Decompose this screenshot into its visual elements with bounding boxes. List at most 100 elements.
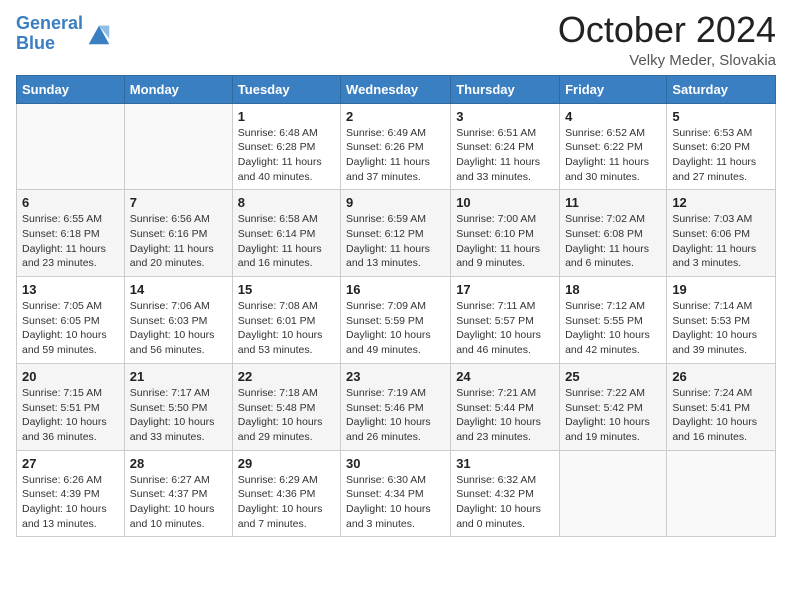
day-info: Sunrise: 6:48 AM Sunset: 6:28 PM Dayligh… — [238, 126, 335, 185]
calendar-cell: 9Sunrise: 6:59 AM Sunset: 6:12 PM Daylig… — [341, 190, 451, 277]
day-info: Sunrise: 7:24 AM Sunset: 5:41 PM Dayligh… — [672, 386, 770, 445]
calendar-cell: 28 Sunrise: 6:27 AM Sunset: 4:37 PM Dayli… — [124, 450, 232, 537]
title-block: October 2024 Velky Meder, Slovakia — [558, 10, 776, 69]
calendar-cell: 23 Sunrise: 7:19 AM Sunset: 5:46 PM Dayli… — [341, 363, 451, 450]
calendar-cell: 18Sunrise: 7:12 AM Sunset: 5:55 PM Dayli… — [560, 277, 667, 364]
calendar-cell: 24 Sunrise: 7:21 AM Sunset: 5:44 PM Dayli… — [451, 363, 560, 450]
calendar-cell: 27 Sunrise: 6:26 AM Sunset: 4:39 PM Dayli… — [17, 450, 125, 537]
calendar-cell: 15 Sunrise: 7:08 AM Sunset: 6:01 PM Dayli… — [232, 277, 340, 364]
day-number: 10 — [456, 195, 554, 210]
calendar-cell: 14Sunrise: 7:06 AM Sunset: 6:03 PM Dayli… — [124, 277, 232, 364]
day-info: Sunrise: 7:08 AM Sunset: 6:01 PM Dayligh… — [238, 299, 335, 358]
day-info: Sunrise: 7:18 AM Sunset: 5:48 PM Dayligh… — [238, 386, 335, 445]
day-number: 21 — [130, 369, 227, 384]
day-number: 17 — [456, 282, 554, 297]
day-number: 27 — [22, 456, 119, 471]
day-info: Sunrise: 6:59 AM Sunset: 6:12 PM Dayligh… — [346, 212, 445, 271]
calendar-cell: 19 Sunrise: 7:14 AM Sunset: 5:53 PM Dayli… — [667, 277, 776, 364]
calendar-cell: 2 Sunrise: 6:49 AM Sunset: 6:26 PM Daylig… — [341, 103, 451, 190]
day-info: Sunrise: 7:21 AM Sunset: 5:44 PM Dayligh… — [456, 386, 554, 445]
day-number: 6 — [22, 195, 119, 210]
logo-icon — [85, 20, 113, 48]
calendar-cell: 31 Sunrise: 6:32 AM Sunset: 4:32 PM Dayli… — [451, 450, 560, 537]
calendar-cell: 16 Sunrise: 7:09 AM Sunset: 5:59 PM Dayli… — [341, 277, 451, 364]
calendar-cell: 3Sunrise: 6:51 AM Sunset: 6:24 PM Daylig… — [451, 103, 560, 190]
day-number: 19 — [672, 282, 770, 297]
header-sunday: Sunday — [17, 75, 125, 103]
calendar-week-5: 27 Sunrise: 6:26 AM Sunset: 4:39 PM Dayli… — [17, 450, 776, 537]
day-info: Sunrise: 7:11 AM Sunset: 5:57 PM Dayligh… — [456, 299, 554, 358]
day-info: Sunrise: 7:15 AM Sunset: 5:51 PM Dayligh… — [22, 386, 119, 445]
header-thursday: Thursday — [451, 75, 560, 103]
day-info: Sunrise: 6:26 AM Sunset: 4:39 PM Dayligh… — [22, 473, 119, 532]
calendar-cell: 26 Sunrise: 7:24 AM Sunset: 5:41 PM Dayli… — [667, 363, 776, 450]
calendar-week-2: 6Sunrise: 6:55 AM Sunset: 6:18 PM Daylig… — [17, 190, 776, 277]
day-number: 31 — [456, 456, 554, 471]
day-info: Sunrise: 6:32 AM Sunset: 4:32 PM Dayligh… — [456, 473, 554, 532]
day-info: Sunrise: 6:53 AM Sunset: 6:20 PM Dayligh… — [672, 126, 770, 185]
day-info: Sunrise: 7:09 AM Sunset: 5:59 PM Dayligh… — [346, 299, 445, 358]
day-number: 24 — [456, 369, 554, 384]
location-title: Velky Meder, Slovakia — [558, 52, 776, 69]
day-number: 30 — [346, 456, 445, 471]
header: General Blue October 2024 Velky Meder, S… — [16, 10, 776, 69]
day-info: Sunrise: 7:19 AM Sunset: 5:46 PM Dayligh… — [346, 386, 445, 445]
day-number: 14 — [130, 282, 227, 297]
day-info: Sunrise: 7:22 AM Sunset: 5:42 PM Dayligh… — [565, 386, 661, 445]
day-number: 18 — [565, 282, 661, 297]
day-number: 15 — [238, 282, 335, 297]
calendar-week-4: 20 Sunrise: 7:15 AM Sunset: 5:51 PM Dayli… — [17, 363, 776, 450]
day-number: 16 — [346, 282, 445, 297]
day-number: 2 — [346, 109, 445, 124]
calendar-cell: 5 Sunrise: 6:53 AM Sunset: 6:20 PM Daylig… — [667, 103, 776, 190]
header-tuesday: Tuesday — [232, 75, 340, 103]
calendar-cell: 17 Sunrise: 7:11 AM Sunset: 5:57 PM Dayli… — [451, 277, 560, 364]
day-number: 20 — [22, 369, 119, 384]
day-info: Sunrise: 7:05 AM Sunset: 6:05 PM Dayligh… — [22, 299, 119, 358]
day-number: 4 — [565, 109, 661, 124]
day-info: Sunrise: 6:49 AM Sunset: 6:26 PM Dayligh… — [346, 126, 445, 185]
day-info: Sunrise: 7:17 AM Sunset: 5:50 PM Dayligh… — [130, 386, 227, 445]
calendar-cell: 8Sunrise: 6:58 AM Sunset: 6:14 PM Daylig… — [232, 190, 340, 277]
calendar-cell: 20 Sunrise: 7:15 AM Sunset: 5:51 PM Dayli… — [17, 363, 125, 450]
day-info: Sunrise: 6:29 AM Sunset: 4:36 PM Dayligh… — [238, 473, 335, 532]
day-info: Sunrise: 6:27 AM Sunset: 4:37 PM Dayligh… — [130, 473, 227, 532]
day-info: Sunrise: 7:03 AM Sunset: 6:06 PM Dayligh… — [672, 212, 770, 271]
day-info: Sunrise: 6:56 AM Sunset: 6:16 PM Dayligh… — [130, 212, 227, 271]
calendar-header-row: Sunday Monday Tuesday Wednesday Thursday… — [17, 75, 776, 103]
day-number: 23 — [346, 369, 445, 384]
calendar-cell: 29 Sunrise: 6:29 AM Sunset: 4:36 PM Dayli… — [232, 450, 340, 537]
day-number: 25 — [565, 369, 661, 384]
day-number: 28 — [130, 456, 227, 471]
calendar-cell: 11Sunrise: 7:02 AM Sunset: 6:08 PM Dayli… — [560, 190, 667, 277]
header-monday: Monday — [124, 75, 232, 103]
day-number: 7 — [130, 195, 227, 210]
calendar-cell — [124, 103, 232, 190]
calendar-cell: 6Sunrise: 6:55 AM Sunset: 6:18 PM Daylig… — [17, 190, 125, 277]
calendar-cell: 30Sunrise: 6:30 AM Sunset: 4:34 PM Dayli… — [341, 450, 451, 537]
day-number: 12 — [672, 195, 770, 210]
day-info: Sunrise: 7:02 AM Sunset: 6:08 PM Dayligh… — [565, 212, 661, 271]
day-number: 29 — [238, 456, 335, 471]
day-info: Sunrise: 6:58 AM Sunset: 6:14 PM Dayligh… — [238, 212, 335, 271]
month-title: October 2024 — [558, 10, 776, 50]
day-info: Sunrise: 7:14 AM Sunset: 5:53 PM Dayligh… — [672, 299, 770, 358]
calendar-cell — [17, 103, 125, 190]
calendar-cell: 13 Sunrise: 7:05 AM Sunset: 6:05 PM Dayli… — [17, 277, 125, 364]
calendar-week-1: 1Sunrise: 6:48 AM Sunset: 6:28 PM Daylig… — [17, 103, 776, 190]
calendar-cell: 12 Sunrise: 7:03 AM Sunset: 6:06 PM Dayli… — [667, 190, 776, 277]
day-number: 22 — [238, 369, 335, 384]
header-saturday: Saturday — [667, 75, 776, 103]
day-number: 26 — [672, 369, 770, 384]
page-container: General Blue October 2024 Velky Meder, S… — [0, 0, 792, 553]
calendar-cell: 25 Sunrise: 7:22 AM Sunset: 5:42 PM Dayli… — [560, 363, 667, 450]
logo-text: General Blue — [16, 14, 83, 54]
calendar-week-3: 13 Sunrise: 7:05 AM Sunset: 6:05 PM Dayli… — [17, 277, 776, 364]
header-friday: Friday — [560, 75, 667, 103]
calendar-cell — [667, 450, 776, 537]
calendar-cell: 7 Sunrise: 6:56 AM Sunset: 6:16 PM Daylig… — [124, 190, 232, 277]
calendar-cell: 4Sunrise: 6:52 AM Sunset: 6:22 PM Daylig… — [560, 103, 667, 190]
day-number: 5 — [672, 109, 770, 124]
calendar-cell: 21 Sunrise: 7:17 AM Sunset: 5:50 PM Dayli… — [124, 363, 232, 450]
day-number: 13 — [22, 282, 119, 297]
